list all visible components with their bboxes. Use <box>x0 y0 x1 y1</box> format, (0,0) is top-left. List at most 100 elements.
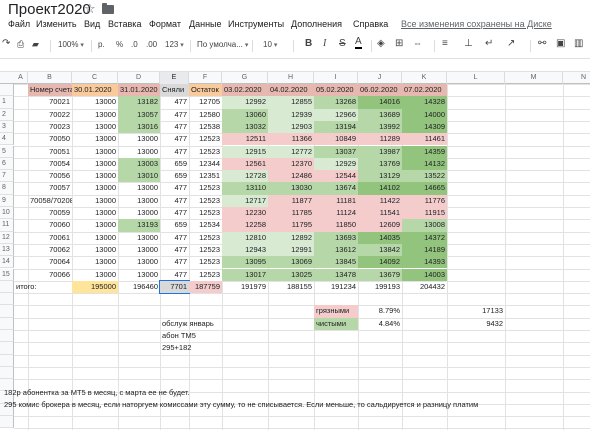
data-cell[interactable]: 70051 <box>28 146 72 158</box>
data-cell[interactable]: 11461 <box>402 133 447 146</box>
data-cell[interactable]: 11877 <box>268 194 314 207</box>
zoom-select[interactable]: 100% <box>58 40 84 49</box>
data-cell[interactable]: 13693 <box>314 231 358 244</box>
bold-button[interactable]: B <box>305 38 312 49</box>
header-cell[interactable]: 07.02.2020 <box>402 84 447 97</box>
row-header[interactable]: 5 <box>0 145 14 158</box>
menu-addons[interactable]: Дополнения <box>291 19 342 29</box>
data-cell[interactable]: 13008 <box>402 219 447 232</box>
data-cell[interactable]: 12991 <box>268 243 314 257</box>
side-label[interactable]: чистыми <box>314 317 358 330</box>
text-rotation-icon[interactable]: ↗ <box>507 38 515 49</box>
formula-bar[interactable] <box>0 58 590 72</box>
side-percent[interactable]: 8.79% <box>358 305 402 317</box>
side-label[interactable]: грязными <box>314 305 358 318</box>
row-header[interactable] <box>0 305 14 318</box>
totals-cell[interactable]: 191979 <box>222 281 268 293</box>
data-cell[interactable]: 11181 <box>314 194 358 207</box>
data-cell[interactable]: 14003 <box>402 268 447 281</box>
increase-decimal-button[interactable]: .00 <box>146 40 157 49</box>
data-cell[interactable]: 70064 <box>28 256 72 268</box>
data-cell[interactable]: 70058/70208 <box>28 195 72 207</box>
data-cell[interactable]: 11289 <box>358 133 402 146</box>
data-cell[interactable]: 12534 <box>189 219 222 231</box>
data-cell[interactable]: 13268 <box>314 96 358 109</box>
data-cell[interactable]: 11850 <box>314 219 358 232</box>
text-color-button[interactable]: A <box>355 37 362 49</box>
data-cell[interactable]: 10849 <box>314 133 358 146</box>
data-cell[interactable]: 659 <box>160 219 189 231</box>
column-header-l[interactable]: L <box>447 72 505 84</box>
data-cell[interactable]: 13030 <box>268 182 314 195</box>
save-status[interactable]: Все изменения сохранены на Диске <box>401 19 552 29</box>
vertical-align-icon[interactable]: ⊥ <box>464 38 473 49</box>
data-cell[interactable]: 12511 <box>222 133 268 146</box>
data-cell[interactable]: 13060 <box>222 108 268 121</box>
data-cell[interactable]: 14000 <box>402 108 447 121</box>
data-cell[interactable]: 477 <box>160 121 189 133</box>
header-cell[interactable]: Остаток <box>189 84 222 97</box>
font-size-select[interactable]: 10 <box>263 40 277 49</box>
data-cell[interactable]: 13000 <box>72 146 118 158</box>
align-left-icon[interactable]: ≡ <box>442 38 448 49</box>
data-cell[interactable]: 14372 <box>402 231 447 244</box>
data-cell[interactable]: 12609 <box>358 219 402 232</box>
data-cell[interactable]: 12523 <box>189 182 222 194</box>
data-cell[interactable]: 11124 <box>314 207 358 220</box>
side-amount[interactable]: 17133 <box>447 305 505 317</box>
data-cell[interactable]: 477 <box>160 232 189 244</box>
data-cell[interactable]: 659 <box>160 158 189 170</box>
row-header[interactable] <box>0 330 14 343</box>
data-cell[interactable]: 13000 <box>118 195 160 207</box>
side-amount[interactable]: 9432 <box>447 318 505 330</box>
data-cell[interactable]: 11776 <box>402 194 447 207</box>
data-cell[interactable]: 13016 <box>118 120 160 134</box>
menu-help[interactable]: Справка <box>353 19 388 29</box>
font-select[interactable]: По умолча... <box>197 40 248 49</box>
menu-view[interactable]: Вид <box>84 19 100 29</box>
data-cell[interactable]: 12772 <box>268 145 314 158</box>
row-header[interactable]: 1 <box>0 96 14 109</box>
data-cell[interactable]: 12810 <box>222 231 268 244</box>
data-cell[interactable]: 11422 <box>358 194 402 207</box>
data-cell[interactable]: 477 <box>160 244 189 256</box>
row-header[interactable]: 11 <box>0 219 14 232</box>
menu-data[interactable]: Данные <box>189 19 222 29</box>
row-header[interactable] <box>0 366 14 380</box>
column-header-h[interactable]: H <box>268 72 314 84</box>
data-cell[interactable]: 13000 <box>72 182 118 194</box>
column-header-c[interactable]: C <box>72 72 118 84</box>
spreadsheet-grid[interactable]: ABCDEFGHIJKLMN 1 2 3 4 5 6 7 8 9 10 11 12 13 14 15 Ном… <box>0 72 590 430</box>
data-cell[interactable]: 13025 <box>268 268 314 281</box>
data-cell[interactable]: 12523 <box>189 207 222 219</box>
data-cell[interactable]: 70059 <box>28 207 72 219</box>
data-cell[interactable]: 70022 <box>28 109 72 121</box>
row-header[interactable]: 4 <box>0 133 14 146</box>
menu-edit[interactable]: Изменить <box>36 19 77 29</box>
column-header-j[interactable]: J <box>358 72 402 84</box>
header-cell[interactable]: 05.02.2020 <box>314 84 358 97</box>
data-cell[interactable]: 13069 <box>268 256 314 269</box>
data-cell[interactable]: 13017 <box>222 268 268 281</box>
column-header-f[interactable]: F <box>189 72 222 84</box>
data-cell[interactable]: 12728 <box>222 170 268 183</box>
data-cell[interactable]: 12258 <box>222 219 268 232</box>
data-cell[interactable]: 13000 <box>118 269 160 281</box>
data-cell[interactable]: 14035 <box>358 231 402 244</box>
data-cell[interactable]: 13000 <box>72 219 118 231</box>
data-cell[interactable]: 70057 <box>28 182 72 194</box>
data-cell[interactable]: 13129 <box>358 170 402 183</box>
data-cell[interactable]: 477 <box>160 195 189 207</box>
menu-tools[interactable]: Инструменты <box>228 19 284 29</box>
data-cell[interactable]: 12939 <box>268 108 314 121</box>
header-cell[interactable]: 31.01.2020 <box>118 84 160 97</box>
row-header[interactable] <box>0 280 14 294</box>
data-cell[interactable]: 70061 <box>28 232 72 244</box>
totals-cell[interactable]: 195000 <box>72 280 118 294</box>
totals-cell[interactable]: 188155 <box>268 281 314 293</box>
data-cell[interactable]: 13000 <box>72 121 118 133</box>
data-cell[interactable]: 13193 <box>118 219 160 232</box>
row-header[interactable] <box>0 342 14 355</box>
data-cell[interactable]: 13000 <box>72 109 118 121</box>
data-cell[interactable]: 13000 <box>118 207 160 219</box>
